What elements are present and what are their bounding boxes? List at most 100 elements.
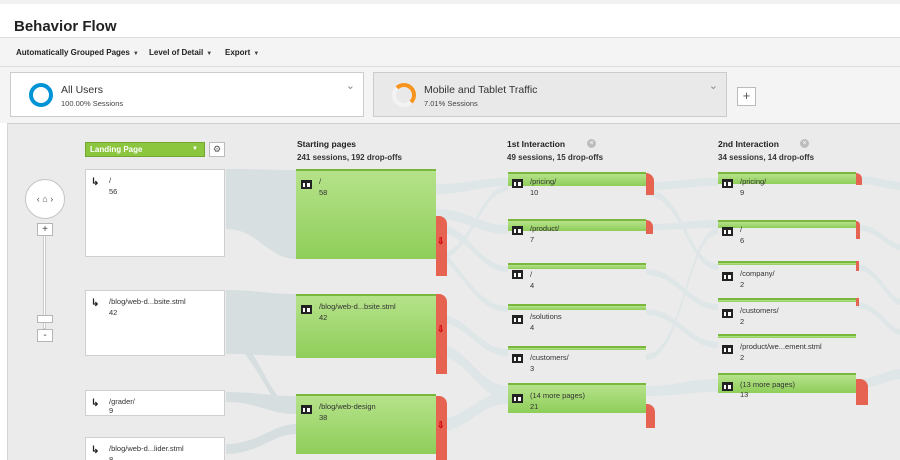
- node-label: /pricing/: [740, 177, 767, 186]
- chevron-down-icon: ▼: [192, 146, 198, 152]
- dropoff-bar[interactable]: [646, 173, 654, 195]
- node-label: /blog/web-d...lider.stml: [109, 444, 184, 453]
- column-summary-first: 49 sessions, 15 drop-offs: [507, 153, 604, 162]
- page-icon: [722, 382, 733, 391]
- node-label: /grader/: [109, 397, 135, 406]
- node-label: /blog/web-d...bsite.stml: [319, 302, 396, 311]
- page-icon: [722, 227, 733, 236]
- dropoff-bar[interactable]: [856, 298, 859, 306]
- node-label: /solutions: [530, 312, 562, 321]
- flow-node[interactable]: /blog/web-d...bsite.stml 42: [296, 294, 436, 358]
- flow-node[interactable]: /product/we...ement.stml 2: [718, 334, 856, 362]
- export-menu[interactable]: Export ▼: [225, 48, 259, 57]
- landing-arrow-icon: ↳: [91, 445, 100, 456]
- chevron-down-icon[interactable]: ⌄: [346, 79, 355, 92]
- page-icon: [722, 272, 733, 281]
- gear-icon[interactable]: ⚙: [209, 142, 225, 157]
- page-icon: [512, 394, 523, 403]
- column-summary-second: 34 sessions, 14 drop-offs: [718, 153, 815, 162]
- dropoff-bar[interactable]: ⇩: [436, 294, 447, 374]
- report-toolbar: Automatically Grouped Pages ▼ Level of De…: [0, 37, 900, 67]
- close-icon[interactable]: ×: [587, 139, 596, 148]
- node-count: 2: [740, 317, 745, 326]
- flow-node[interactable]: /solutions 4: [508, 304, 646, 332]
- chevron-down-icon: ▼: [206, 51, 213, 57]
- dimension-select[interactable]: Landing Page ▼: [85, 142, 205, 157]
- home-icon[interactable]: ⌂: [42, 194, 47, 204]
- node-count: 4: [530, 323, 535, 332]
- segment-ring-icon: [29, 83, 53, 107]
- landing-node[interactable]: ↳ /grader/ 9: [85, 390, 225, 416]
- page-icon: [512, 354, 523, 363]
- node-label: /: [740, 225, 743, 234]
- node-label: /customers/: [530, 353, 569, 362]
- node-label: (14 more pages): [530, 391, 586, 400]
- node-count: 9: [740, 188, 745, 197]
- dropoff-bar[interactable]: [856, 221, 860, 239]
- node-count: 38: [319, 413, 328, 422]
- node-count: 42: [109, 308, 118, 317]
- flow-node[interactable]: /blog/web-design 38: [296, 394, 436, 454]
- chevron-down-icon: ▼: [253, 51, 260, 57]
- segment-sessions: 7.01% Sessions: [424, 99, 478, 108]
- node-count: 2: [740, 353, 745, 362]
- segment-all-users[interactable]: All Users 100.00% Sessions ⌄: [10, 72, 364, 117]
- node-label: /customers/: [740, 306, 779, 315]
- zoom-out-button[interactable]: -: [37, 329, 53, 342]
- zoom-track[interactable]: [43, 229, 46, 329]
- page-icon: [722, 179, 733, 188]
- node-label: /product/: [530, 224, 560, 233]
- dropoff-bar[interactable]: ⇩: [436, 396, 447, 460]
- node-count: 8: [109, 455, 114, 460]
- flow-node[interactable]: /customers/ 3: [508, 346, 646, 373]
- node-count: 7: [530, 235, 535, 244]
- flow-node[interactable]: / 6: [718, 220, 856, 245]
- page-icon: [301, 405, 312, 414]
- node-count: 58: [319, 188, 328, 197]
- dropoff-arrow-icon: ⇩: [437, 236, 445, 246]
- flow-node[interactable]: / 4: [508, 263, 646, 290]
- add-segment-button[interactable]: +: [737, 87, 756, 106]
- node-count: 56: [109, 187, 118, 196]
- segment-mobile-tablet[interactable]: Mobile and Tablet Traffic 7.01% Sessions…: [373, 72, 727, 117]
- column-title-first: 1st Interaction: [507, 139, 566, 149]
- grouped-pages-menu[interactable]: Automatically Grouped Pages ▼: [16, 48, 139, 57]
- close-icon[interactable]: ×: [800, 139, 809, 148]
- node-label: /blog/web-design: [319, 402, 376, 411]
- flow-node[interactable]: (14 more pages) 21: [508, 383, 646, 413]
- segment-name: Mobile and Tablet Traffic: [424, 84, 538, 96]
- flow-node[interactable]: /customers/ 2: [718, 298, 856, 326]
- flow-node[interactable]: /pricing/ 9: [718, 172, 856, 197]
- page-icon: [512, 179, 523, 188]
- landing-node[interactable]: ↳ / 56: [85, 169, 225, 257]
- dropoff-bar[interactable]: [856, 261, 859, 271]
- flow-node[interactable]: /pricing/ 10: [508, 172, 646, 197]
- landing-arrow-icon: ↳: [91, 177, 100, 188]
- node-label: /product/we...ement.stml: [740, 342, 822, 351]
- dropoff-bar[interactable]: [856, 379, 868, 405]
- node-count: 2: [740, 280, 745, 289]
- top-strip: [0, 0, 900, 4]
- chevron-down-icon[interactable]: ⌄: [709, 79, 718, 92]
- level-of-detail-menu[interactable]: Level of Detail ▼: [149, 48, 212, 57]
- node-count: 4: [530, 281, 535, 290]
- node-count: 3: [530, 364, 535, 373]
- flow-canvas[interactable]: ‹ ⌂ › + - Landing Page ▼ ⚙ Starting pages…: [7, 123, 900, 460]
- landing-node[interactable]: ↳ /blog/web-d...lider.stml 8: [85, 437, 225, 460]
- zoom-slider-handle[interactable]: [37, 315, 53, 323]
- flow-node[interactable]: / 58: [296, 169, 436, 259]
- dropoff-arrow-icon: ⇩: [437, 420, 445, 430]
- node-count: 13: [740, 390, 749, 399]
- chevron-down-icon: ▼: [132, 51, 139, 57]
- landing-node[interactable]: ↳ /blog/web-d...bsite.stml 42: [85, 290, 225, 356]
- dropoff-bar[interactable]: [646, 404, 655, 428]
- node-count: 42: [319, 313, 328, 322]
- flow-node[interactable]: (13 more pages) 13: [718, 373, 856, 399]
- pan-control[interactable]: ‹ ⌂ ›: [25, 179, 65, 219]
- flow-node[interactable]: /company/ 2: [718, 261, 856, 289]
- node-label: /: [530, 270, 533, 279]
- dropoff-bar[interactable]: ⇩: [436, 216, 447, 276]
- page-icon: [512, 226, 523, 235]
- flow-node[interactable]: /product/ 7: [508, 219, 646, 244]
- zoom-in-button[interactable]: +: [37, 223, 53, 236]
